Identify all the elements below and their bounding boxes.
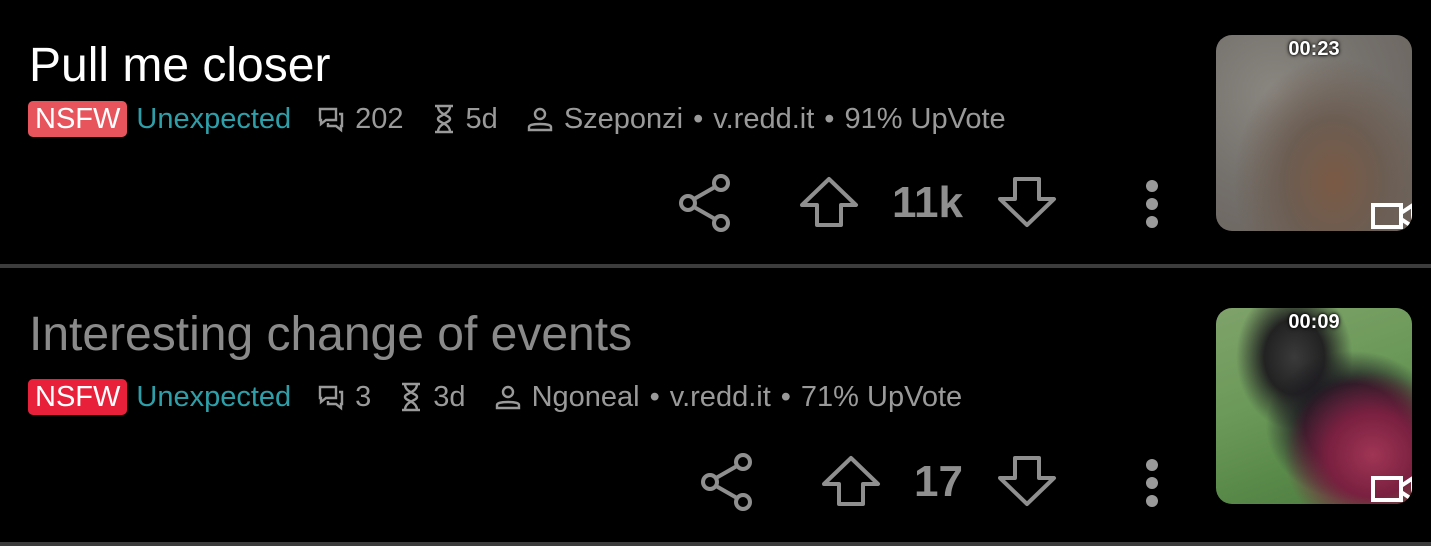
post-author[interactable]: Szeponzi — [526, 103, 683, 136]
author-name[interactable]: Szeponzi — [564, 103, 683, 136]
video-duration: 00:09 — [1288, 311, 1340, 333]
downvote-arrow-icon — [998, 456, 1056, 506]
upvote-button[interactable] — [798, 176, 860, 228]
person-icon — [495, 385, 520, 410]
share-icon — [701, 453, 752, 511]
downvote-button[interactable] — [996, 455, 1058, 507]
comments-count: 3 — [317, 381, 371, 414]
share-button[interactable] — [676, 172, 734, 234]
post-age: 3d — [399, 380, 466, 414]
more-options-button[interactable] — [1140, 457, 1164, 509]
score-value: 11k — [892, 178, 963, 227]
post-card[interactable]: Interesting change of events NSFW Unexpe… — [0, 269, 1431, 542]
more-vertical-icon — [1146, 180, 1158, 228]
video-camera-icon — [1371, 203, 1412, 229]
downvote-button[interactable] — [996, 176, 1058, 228]
upvote-ratio: 71% UpVote — [800, 380, 963, 413]
post-title[interactable]: Interesting change of events — [29, 311, 632, 359]
separator-dot: • — [693, 102, 704, 135]
upvote-button[interactable] — [820, 455, 882, 507]
age-value: 3d — [433, 380, 466, 413]
upvote-ratio: 91% UpVote — [844, 102, 1006, 135]
age-value: 5d — [465, 102, 498, 135]
domain-label[interactable]: v.redd.it — [713, 103, 814, 136]
hourglass-icon — [434, 104, 453, 134]
more-vertical-icon — [1146, 459, 1158, 507]
nsfw-badge: NSFW — [28, 101, 128, 137]
separator-dot: • — [780, 380, 791, 413]
comments-value: 202 — [355, 102, 404, 135]
nsfw-badge: NSFW — [28, 379, 128, 415]
comments-count: 202 — [317, 102, 404, 136]
post-author[interactable]: Ngoneal — [494, 381, 640, 414]
post-actions: 11k — [670, 172, 1190, 236]
comments-value: 3 — [355, 380, 372, 413]
post-meta: NSFW Unexpected 3 3d Ngoneal • v.redd.it… — [28, 378, 962, 416]
post-card[interactable]: Pull me closer NSFW Unexpected 202 5d Sz… — [0, 0, 1431, 264]
more-options-button[interactable] — [1140, 178, 1164, 230]
video-duration: 00:23 — [1288, 38, 1340, 60]
post-actions: 17 — [670, 451, 1190, 515]
post-meta: NSFW Unexpected 202 5d Szeponzi • v.redd… — [28, 100, 1006, 138]
video-camera-icon — [1371, 476, 1412, 502]
comments-icon — [318, 107, 344, 133]
person-icon — [527, 107, 553, 132]
post-title[interactable]: Pull me closer — [29, 42, 330, 90]
flair-label[interactable]: Unexpected — [136, 381, 291, 414]
video-thumbnail[interactable]: 00:09 — [1216, 308, 1412, 504]
separator-dot: • — [824, 102, 835, 135]
hourglass-icon — [402, 382, 421, 412]
share-icon — [679, 174, 730, 232]
separator-dot: • — [649, 380, 660, 413]
share-button[interactable] — [698, 451, 756, 513]
comments-icon — [318, 385, 344, 411]
downvote-arrow-icon — [998, 177, 1056, 227]
author-name[interactable]: Ngoneal — [532, 381, 640, 414]
upvote-arrow-icon — [800, 177, 858, 227]
post-separator — [0, 542, 1431, 546]
domain-label[interactable]: v.redd.it — [670, 381, 771, 414]
post-separator — [0, 264, 1431, 268]
score-value: 17 — [914, 457, 963, 506]
flair-label[interactable]: Unexpected — [136, 103, 291, 136]
post-age: 5d — [432, 103, 498, 136]
video-thumbnail[interactable]: 00:23 — [1216, 35, 1412, 231]
upvote-arrow-icon — [822, 456, 880, 506]
